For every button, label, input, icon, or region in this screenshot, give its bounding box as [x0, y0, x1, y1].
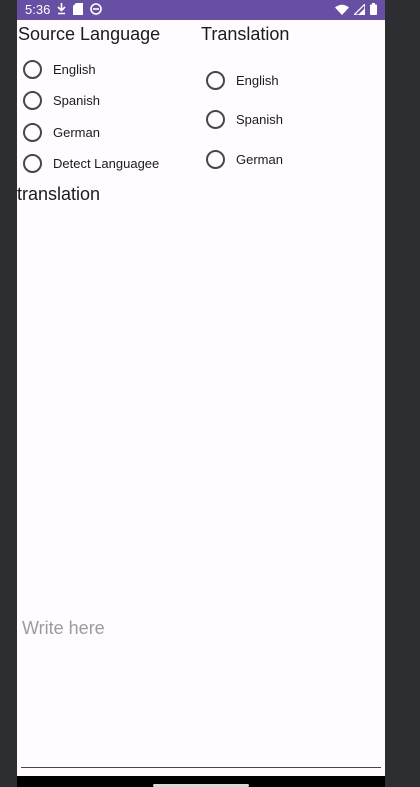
- battery-icon: [370, 3, 377, 15]
- input-placeholder: Write here: [22, 618, 105, 638]
- source-radio-german[interactable]: German: [23, 123, 100, 142]
- radio-label: English: [236, 73, 279, 88]
- source-radio-english[interactable]: English: [23, 60, 96, 79]
- source-language-title: Source Language: [18, 24, 161, 44]
- status-bar: 5:36: [17, 0, 385, 20]
- radio-label: Spanish: [236, 112, 283, 127]
- source-radio-detect[interactable]: Detect Languagee: [23, 154, 159, 173]
- radio-label: German: [236, 152, 283, 167]
- status-time: 5:36: [25, 2, 51, 17]
- translation-title: Translation: [201, 24, 290, 44]
- radio-button[interactable]: [23, 123, 42, 142]
- radio-button[interactable]: [206, 150, 225, 169]
- radio-button[interactable]: [206, 110, 225, 129]
- radio-button[interactable]: [23, 60, 42, 79]
- signal-icon: [354, 3, 365, 15]
- radio-button[interactable]: [206, 71, 225, 90]
- text-input[interactable]: Write here: [21, 612, 381, 768]
- radio-label: Detect Languagee: [53, 156, 160, 171]
- radio-button[interactable]: [23, 154, 42, 173]
- target-radio-spanish[interactable]: Spanish: [206, 110, 283, 129]
- radio-label: English: [53, 62, 96, 77]
- target-radio-english[interactable]: English: [206, 71, 279, 90]
- app-screen: 5:36 Source Language English Spanish Ger…: [17, 0, 385, 787]
- target-radio-german[interactable]: German: [206, 150, 283, 169]
- source-radio-spanish[interactable]: Spanish: [23, 91, 100, 110]
- circle-app-icon: [90, 3, 102, 15]
- download-icon: [57, 3, 66, 15]
- sd-card-icon: [73, 3, 83, 15]
- wifi-icon: [335, 4, 349, 15]
- translation-output: translation: [17, 184, 101, 204]
- radio-label: German: [53, 125, 100, 140]
- radio-label: Spanish: [53, 93, 100, 108]
- navigation-bar: [17, 776, 385, 787]
- radio-button[interactable]: [23, 91, 42, 110]
